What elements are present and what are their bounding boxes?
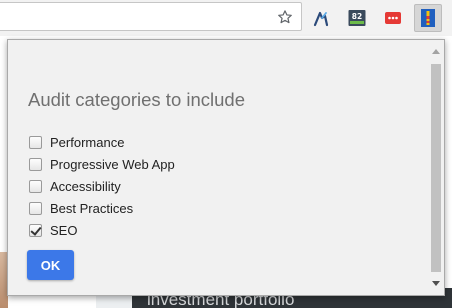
arrow-extension-icon[interactable] xyxy=(307,4,335,32)
category-pwa[interactable]: Progressive Web App xyxy=(29,153,175,175)
metric-badge-text: 82 xyxy=(352,12,362,21)
audit-settings-popup: Audit categories to include Performance … xyxy=(7,39,445,296)
bookmark-star-icon[interactable] xyxy=(273,5,297,29)
category-label: Performance xyxy=(50,134,125,150)
category-label: Best Practices xyxy=(50,200,134,216)
category-label: Progressive Web App xyxy=(50,156,175,172)
scroll-thumb[interactable] xyxy=(431,64,441,272)
performance-checkbox[interactable] xyxy=(29,135,42,149)
ok-button[interactable]: OK xyxy=(27,250,74,280)
browser-toolbar: 82 xyxy=(0,0,452,36)
category-performance[interactable]: Performance xyxy=(29,131,175,153)
popup-title: Audit categories to include xyxy=(28,89,245,110)
address-bar[interactable] xyxy=(0,2,302,31)
scroll-down-icon[interactable] xyxy=(432,281,440,286)
pwa-checkbox[interactable] xyxy=(29,157,42,171)
category-label: SEO xyxy=(50,222,78,238)
red-dots-extension-icon[interactable] xyxy=(379,4,407,32)
accessibility-checkbox[interactable] xyxy=(29,179,42,193)
popup-scrollbar[interactable] xyxy=(428,40,444,295)
seo-checkbox[interactable] xyxy=(29,223,42,237)
best-practices-checkbox[interactable] xyxy=(29,201,42,215)
category-accessibility[interactable]: Accessibility xyxy=(29,175,175,197)
category-list: Performance Progressive Web App Accessib… xyxy=(29,131,175,241)
metric-extension-icon[interactable]: 82 xyxy=(343,4,371,32)
lighthouse-extension-icon[interactable] xyxy=(414,4,442,32)
category-seo[interactable]: SEO xyxy=(29,219,175,241)
popup-content: Audit categories to include Performance … xyxy=(8,40,429,295)
category-label: Accessibility xyxy=(50,178,121,194)
scroll-up-icon[interactable] xyxy=(432,49,440,54)
category-best-practices[interactable]: Best Practices xyxy=(29,197,175,219)
